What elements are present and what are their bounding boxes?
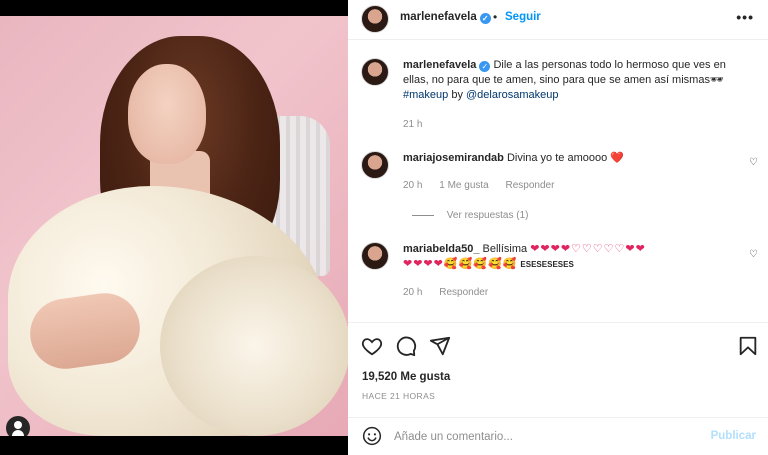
caption: marlenefavela ✓ Dile a las personas todo … [403, 58, 748, 103]
comment-input[interactable] [394, 427, 694, 447]
caption-author[interactable]: marlenefavela [403, 59, 476, 71]
mention-link[interactable]: @delarosamakeup [466, 89, 559, 101]
send-icon[interactable] [429, 335, 451, 357]
comment-meta: 20 h Responder [403, 287, 502, 298]
more-options-icon[interactable]: ••• [736, 9, 754, 25]
comment-emoji: ❤️ [610, 152, 624, 164]
user-tag-icon[interactable] [6, 416, 30, 436]
comment-username[interactable]: mariabelda50_ [403, 243, 479, 255]
separator-dot: • [493, 10, 498, 24]
post-actions: 19,520 Me gusta HACE 21 HORAS [348, 322, 768, 412]
publish-button[interactable]: Publicar [711, 430, 756, 442]
fur-shape-2 [160, 256, 348, 436]
comment-username[interactable]: mariajosemirandab [403, 152, 504, 164]
comment: mariabelda50_ Bellísima ❤❤❤❤♡♡♡♡♡❤❤ ❤❤❤❤… [403, 242, 748, 272]
reply-button[interactable]: Responder [439, 287, 488, 298]
likes-count[interactable]: 19,520 Me gusta [362, 371, 450, 383]
face-shape [128, 64, 206, 164]
comment-icon[interactable] [395, 335, 417, 357]
post-time[interactable]: HACE 21 HORAS [362, 391, 435, 401]
caption-avatar[interactable] [361, 58, 389, 86]
comment-meta: 20 h 1 Me gusta Responder [403, 180, 568, 191]
post-header: marlenefavela ✓ • Seguir ••• [348, 0, 768, 40]
comment-likes[interactable]: 1 Me gusta [439, 180, 488, 191]
caption-time[interactable]: 21 h [403, 119, 422, 130]
comment-text: Divina yo te amoooo [506, 152, 608, 164]
author-username-text[interactable]: marlenefavela [400, 11, 477, 23]
comment-time[interactable]: 20 h [403, 287, 422, 298]
post-image[interactable] [0, 16, 348, 436]
avatar[interactable] [361, 5, 389, 33]
add-comment-bar: Publicar [348, 417, 768, 455]
view-replies-button[interactable]: Ver respuestas (1) [412, 210, 529, 221]
author-username[interactable]: marlenefavela ✓ [400, 11, 491, 24]
comment-avatar[interactable] [361, 242, 389, 270]
comment-suffix: ESESESESES [520, 260, 574, 269]
caption-by: by [448, 89, 466, 101]
comment-like-heart-icon[interactable]: ♡ [749, 249, 758, 260]
comment-avatar[interactable] [361, 151, 389, 179]
caption-meta: 21 h [403, 119, 436, 130]
bookmark-icon[interactable] [737, 335, 759, 357]
comment-like-heart-icon[interactable]: ♡ [749, 157, 758, 168]
comment-emojis: ❤❤❤❤♡♡♡♡♡❤❤ [530, 243, 646, 255]
comment-text: Bellísima [482, 243, 528, 255]
comment: mariajosemirandab Divina yo te amoooo ❤️ [403, 151, 748, 166]
comment-time[interactable]: 20 h [403, 180, 422, 191]
instagram-post-modal: marlenefavela ✓ • Seguir ••• marlenefavel… [0, 0, 768, 455]
follow-button[interactable]: Seguir [505, 11, 541, 23]
verified-badge-icon: ✓ [479, 13, 491, 24]
hashtag-link[interactable]: #makeup [403, 89, 448, 101]
comment-emojis-2: ❤❤❤❤🥰🥰🥰🥰🥰 [403, 258, 518, 270]
smile-icon[interactable] [362, 426, 382, 446]
view-replies-label[interactable]: Ver respuestas (1) [447, 210, 529, 221]
heart-icon[interactable] [361, 335, 383, 357]
verified-badge-icon: ✓ [479, 61, 491, 72]
reply-button[interactable]: Responder [506, 180, 555, 191]
comments-list[interactable]: marlenefavela ✓ Dile a las personas todo … [348, 40, 768, 320]
post-side-panel: marlenefavela ✓ • Seguir ••• marlenefavel… [348, 0, 768, 455]
